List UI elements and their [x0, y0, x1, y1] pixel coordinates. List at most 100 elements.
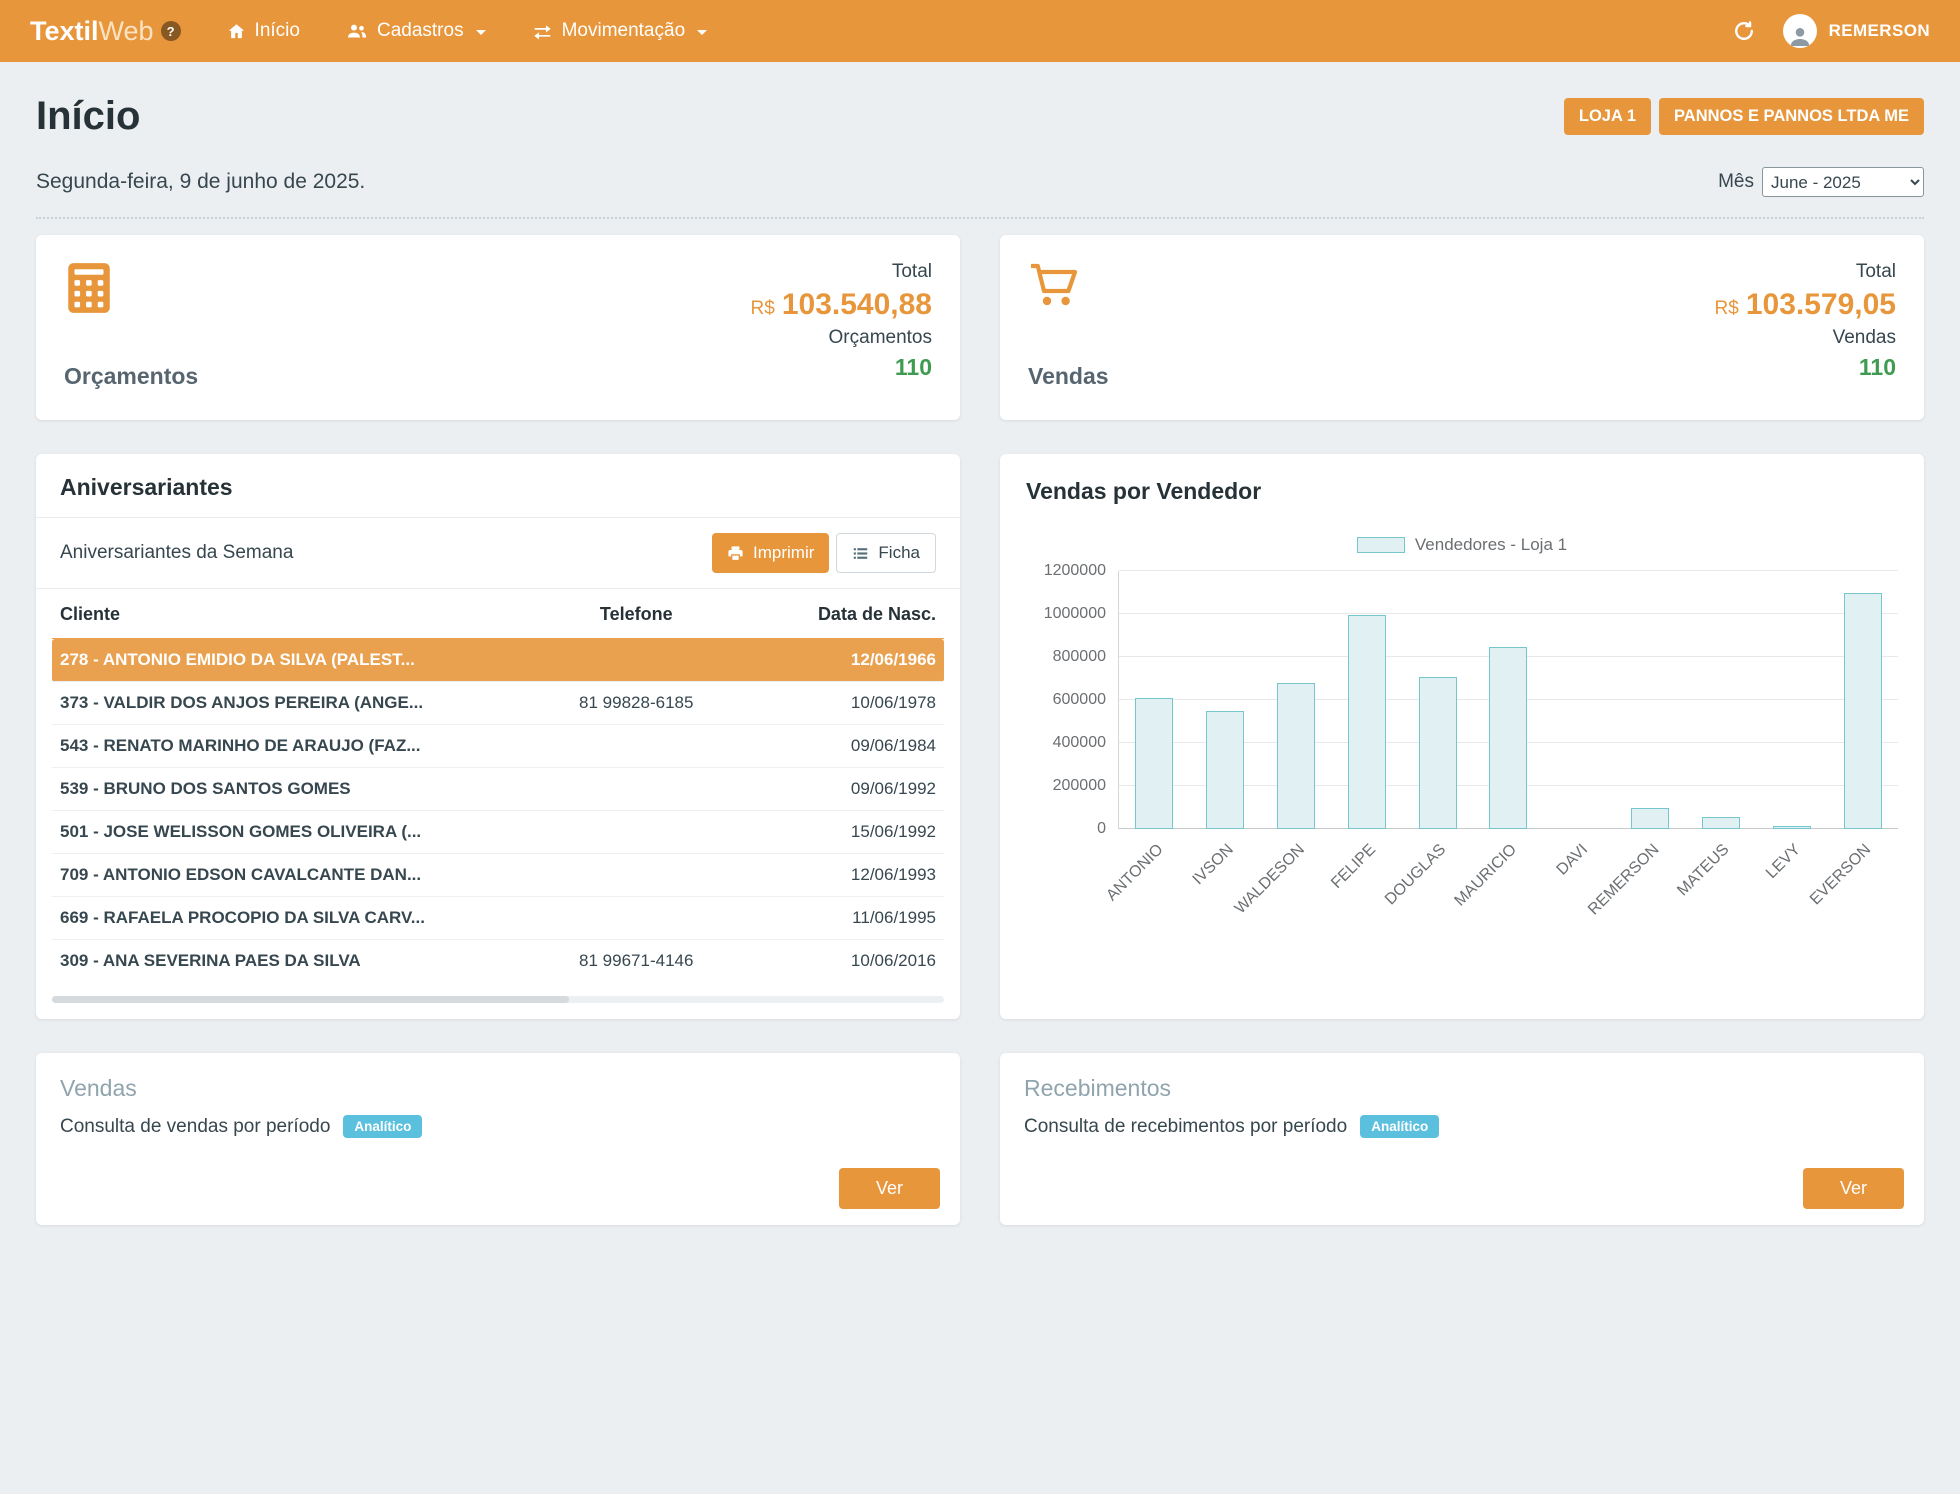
report-description: Consulta de vendas por período [60, 1116, 330, 1138]
table-cell: 12/06/1966 [748, 639, 944, 682]
nav-label: Início [255, 20, 300, 42]
table-cell: 669 - RAFAELA PROCOPIO DA SILVA CARV... [52, 897, 525, 940]
table-header-row: Cliente Telefone Data de Nasc. [52, 591, 944, 639]
table-cell: 10/06/2016 [748, 940, 944, 983]
ver-recebimentos-button[interactable]: Ver [1803, 1168, 1904, 1209]
user-menu[interactable]: REMERSON [1783, 14, 1930, 48]
table-cell: 81 99671-4146 [525, 940, 748, 983]
bar-chart: Vendedores - Loja 1 02000004000006000008… [1026, 535, 1898, 925]
total-amount: R$103.579,05 [1715, 288, 1896, 322]
bar-waldeson[interactable] [1277, 683, 1315, 829]
column-header-cliente: Cliente [52, 591, 525, 639]
vendas-por-vendedor-card: Vendas por Vendedor Vendedores - Loja 1 … [1000, 454, 1924, 1019]
count-value: 110 [751, 354, 932, 381]
total-amount: R$103.540,88 [751, 288, 932, 322]
bar-mateus[interactable] [1702, 817, 1740, 829]
count-label: Vendas [1715, 327, 1896, 349]
nav-label: Movimentação [562, 20, 686, 42]
table-cell: 501 - JOSE WELISSON GOMES OLIVEIRA (... [52, 811, 525, 854]
report-title: Vendas [60, 1075, 936, 1102]
total-label: Total [1715, 261, 1896, 283]
list-icon [852, 545, 869, 562]
column-header-data: Data de Nasc. [748, 591, 944, 639]
chart-legend[interactable]: Vendedores - Loja 1 [1026, 535, 1898, 555]
table-cell [525, 768, 748, 811]
users-icon [346, 22, 368, 41]
calculator-icon [64, 261, 198, 315]
bar-slot: EVERSON [1827, 571, 1898, 829]
store-button[interactable]: LOJA 1 [1564, 98, 1651, 135]
bar-ivson[interactable] [1206, 711, 1244, 829]
chart-y-axis: 020000040000060000080000010000001200000 [1026, 571, 1118, 829]
count-value: 110 [1715, 354, 1896, 381]
table-cell: 09/06/1992 [748, 768, 944, 811]
aniversariantes-card: Aniversariantes Aniversariantes da Seman… [36, 454, 960, 1019]
bar-slot: MAURICIO [1473, 571, 1544, 829]
bar-felipe[interactable] [1348, 615, 1386, 829]
table-scrollbar[interactable] [52, 996, 944, 1003]
brand-text: TextilWeb [30, 16, 154, 47]
table-row[interactable]: 543 - RENATO MARINHO DE ARAUJO (FAZ... 09… [52, 725, 944, 768]
chart-title: Vendas por Vendedor [1026, 478, 1898, 505]
column-header-telefone: Telefone [525, 591, 748, 639]
table-row[interactable]: 669 - RAFAELA PROCOPIO DA SILVA CARV... 1… [52, 897, 944, 940]
bar-everson[interactable] [1844, 593, 1882, 830]
table-row[interactable]: 278 - ANTONIO EMIDIO DA SILVA (PALEST...… [52, 639, 944, 682]
aniversariantes-subtitle: Aniversariantes da Semana [60, 542, 293, 564]
bar-antonio[interactable] [1135, 698, 1173, 829]
chevron-down-icon [476, 30, 486, 35]
table-cell: 15/06/1992 [748, 811, 944, 854]
bar-slot: MATEUS [1686, 571, 1757, 829]
nav-item-inicio[interactable]: Início [227, 20, 300, 42]
table-cell: 543 - RENATO MARINHO DE ARAUJO (FAZ... [52, 725, 525, 768]
bar-remerson[interactable] [1631, 808, 1669, 830]
brand-bold: Textil [30, 16, 99, 46]
bar-slot: ANTONIO [1119, 571, 1190, 829]
month-select[interactable]: June - 2025 [1762, 167, 1924, 197]
ver-vendas-button[interactable]: Ver [839, 1168, 940, 1209]
help-icon[interactable]: ? [161, 21, 181, 41]
scrollbar-thumb[interactable] [52, 996, 569, 1003]
table-cell [525, 725, 748, 768]
shopping-cart-icon [1028, 261, 1109, 309]
bar-slot: FELIPE [1331, 571, 1402, 829]
ficha-button[interactable]: Ficha [836, 533, 936, 573]
table-cell: 373 - VALDIR DOS ANJOS PEREIRA (ANGE... [52, 682, 525, 725]
imprimir-button[interactable]: Imprimir [712, 533, 829, 573]
nav-item-movimentacao[interactable]: Movimentação [532, 20, 708, 42]
app-logo[interactable]: TextilWeb ? [30, 16, 181, 47]
table-cell: 10/06/1978 [748, 682, 944, 725]
table-row[interactable]: 709 - ANTONIO EDSON CAVALCANTE DAN...12/… [52, 854, 944, 897]
table-row[interactable]: 309 - ANA SEVERINA PAES DA SILVA81 99671… [52, 940, 944, 983]
bar-levy[interactable] [1773, 826, 1811, 829]
table-cell: 709 - ANTONIO EDSON CAVALCANTE DAN... [52, 854, 525, 897]
bar-slot: WALDESON [1261, 571, 1332, 829]
legend-swatch [1357, 537, 1405, 553]
total-label: Total [751, 261, 932, 283]
y-tick-label: 200000 [1053, 777, 1106, 795]
recebimentos-report-card: Recebimentos Consulta de recebimentos po… [1000, 1053, 1924, 1225]
table-cell: 539 - BRUNO DOS SANTOS GOMES [52, 768, 525, 811]
table-cell: 09/06/1984 [748, 725, 944, 768]
bar-douglas[interactable] [1419, 677, 1457, 829]
table-cell: 11/06/1995 [748, 897, 944, 940]
refresh-icon[interactable] [1733, 20, 1755, 42]
chart-bars: ANTONIOIVSONWALDESONFELIPEDOUGLASMAURICI… [1119, 571, 1898, 829]
table-cell: 81 99828-6185 [525, 682, 748, 725]
table-row[interactable]: 539 - BRUNO DOS SANTOS GOMES 09/06/1992 [52, 768, 944, 811]
table-row[interactable]: 501 - JOSE WELISSON GOMES OLIVEIRA (... 1… [52, 811, 944, 854]
vendas-card: Vendas Total R$103.579,05 Vendas 110 [1000, 235, 1924, 420]
nav-label: Cadastros [377, 20, 464, 42]
chart-plot: ANTONIOIVSONWALDESONFELIPEDOUGLASMAURICI… [1118, 571, 1898, 829]
birthdays-table: Cliente Telefone Data de Nasc. 278 - ANT… [52, 591, 944, 982]
count-label: Orçamentos [751, 327, 932, 349]
birthday-table-body: 278 - ANTONIO EMIDIO DA SILVA (PALEST...… [52, 639, 944, 983]
company-button[interactable]: PANNOS E PANNOS LTDA ME [1659, 98, 1924, 135]
bar-slot: LEVY [1756, 571, 1827, 829]
table-row[interactable]: 373 - VALDIR DOS ANJOS PEREIRA (ANGE...8… [52, 682, 944, 725]
home-icon [227, 22, 246, 41]
nav-item-cadastros[interactable]: Cadastros [346, 20, 486, 42]
bar-mauricio[interactable] [1489, 647, 1527, 829]
report-description: Consulta de recebimentos por período [1024, 1116, 1347, 1138]
y-tick-label: 400000 [1053, 734, 1106, 752]
